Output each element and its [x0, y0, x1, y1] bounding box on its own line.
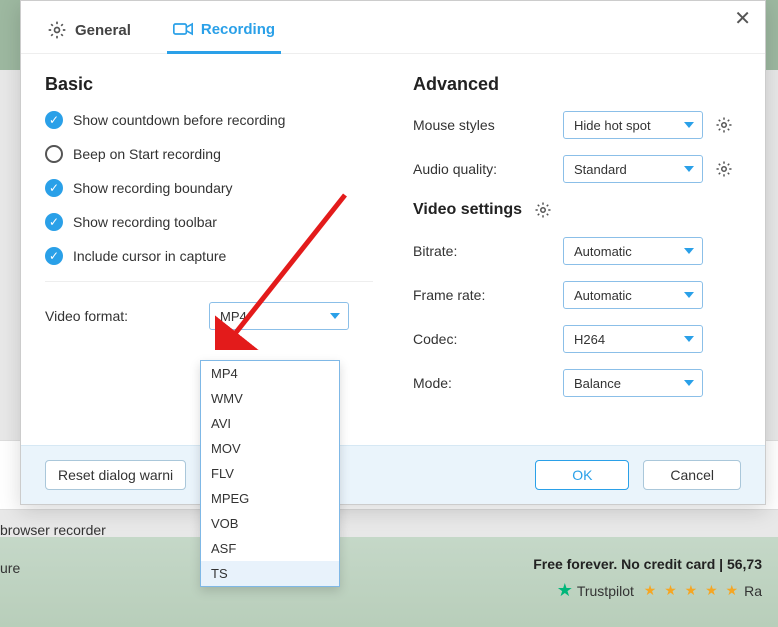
- video-format-option[interactable]: FLV: [201, 461, 339, 486]
- divider: [45, 281, 373, 282]
- tab-label: Recording: [201, 21, 275, 38]
- framerate-row: Frame rate: Automatic: [413, 281, 741, 309]
- mode-dropdown[interactable]: Balance: [563, 369, 703, 397]
- bitrate-dropdown[interactable]: Automatic: [563, 237, 703, 265]
- checkbox-checked-icon: ✓: [45, 179, 63, 197]
- option-label: Show recording boundary: [73, 180, 233, 196]
- video-format-option[interactable]: TS: [201, 561, 339, 586]
- codec-label: Codec:: [413, 331, 553, 347]
- audio-quality-label: Audio quality:: [413, 161, 553, 177]
- dropdown-value: Automatic: [574, 288, 632, 303]
- video-format-dropdown[interactable]: MP4: [209, 302, 349, 330]
- codec-row: Codec: H264: [413, 325, 741, 353]
- mouse-styles-row: Mouse styles Hide hot spot: [413, 111, 741, 139]
- audio-quality-dropdown[interactable]: Standard: [563, 155, 703, 183]
- chevron-down-icon: [684, 292, 694, 298]
- dropdown-value: Standard: [574, 162, 627, 177]
- audio-quality-settings-button[interactable]: [713, 158, 735, 180]
- mode-label: Mode:: [413, 375, 553, 391]
- gear-icon: [534, 201, 552, 219]
- dropdown-value: MP4: [220, 309, 247, 324]
- framerate-label: Frame rate:: [413, 287, 553, 303]
- cancel-button[interactable]: Cancel: [643, 460, 741, 490]
- video-format-row: Video format: MP4: [45, 302, 373, 330]
- ok-button[interactable]: OK: [535, 460, 629, 490]
- bitrate-label: Bitrate:: [413, 243, 553, 259]
- checkbox-checked-icon: ✓: [45, 213, 63, 231]
- gear-icon: [715, 116, 733, 134]
- video-format-label: Video format:: [45, 308, 185, 324]
- video-format-option[interactable]: WMV: [201, 386, 339, 411]
- checkbox-checked-icon: ✓: [45, 247, 63, 265]
- codec-dropdown[interactable]: H264: [563, 325, 703, 353]
- mode-row: Mode: Balance: [413, 369, 741, 397]
- trustpilot-label: Trustpilot: [577, 583, 634, 599]
- video-format-option[interactable]: MPEG: [201, 486, 339, 511]
- radio-unchecked-icon: [45, 145, 63, 163]
- bg-text-browser-recorder: browser recorder: [0, 522, 106, 538]
- mouse-styles-settings-button[interactable]: [713, 114, 735, 136]
- chevron-down-icon: [684, 336, 694, 342]
- gear-icon: [47, 20, 67, 40]
- reset-warnings-button[interactable]: Reset dialog warni: [45, 460, 186, 490]
- framerate-dropdown[interactable]: Automatic: [563, 281, 703, 309]
- marketing-bar: Free forever. No credit card | 56,73 ★ T…: [0, 556, 778, 601]
- settings-dialog: ✕ General Recording Basic ✓ Show countdo…: [20, 0, 766, 505]
- video-settings-gear-button[interactable]: [532, 199, 554, 221]
- rating-stars-icon: ★ ★ ★ ★ ★: [638, 582, 740, 599]
- video-format-option[interactable]: AVI: [201, 411, 339, 436]
- chevron-down-icon: [330, 313, 340, 319]
- dropdown-value: Balance: [574, 376, 621, 391]
- chevron-down-icon: [684, 248, 694, 254]
- advanced-section: Advanced Mouse styles Hide hot spot Audi…: [413, 74, 741, 413]
- video-format-option[interactable]: MOV: [201, 436, 339, 461]
- video-format-option[interactable]: VOB: [201, 511, 339, 536]
- tab-bar: General Recording: [21, 1, 765, 54]
- advanced-title: Advanced: [413, 74, 741, 95]
- dropdown-value: Hide hot spot: [574, 118, 651, 133]
- chevron-down-icon: [684, 166, 694, 172]
- option-label: Include cursor in capture: [73, 248, 226, 264]
- option-label: Show countdown before recording: [73, 112, 285, 128]
- mouse-styles-label: Mouse styles: [413, 117, 553, 133]
- camcorder-icon: [173, 19, 193, 39]
- video-format-options-list[interactable]: MP4WMVAVIMOVFLVMPEGVOBASFTS: [200, 360, 340, 587]
- option-show-countdown[interactable]: ✓ Show countdown before recording: [45, 111, 373, 129]
- marketing-free: Free forever. No credit card | 56,73: [533, 556, 762, 572]
- tab-general[interactable]: General: [41, 11, 137, 53]
- trustpilot-star-icon: ★: [557, 580, 573, 601]
- option-show-toolbar[interactable]: ✓ Show recording toolbar: [45, 213, 373, 231]
- chevron-down-icon: [684, 122, 694, 128]
- option-beep[interactable]: Beep on Start recording: [45, 145, 373, 163]
- option-label: Show recording toolbar: [73, 214, 217, 230]
- tab-recording[interactable]: Recording: [167, 11, 281, 54]
- rating-suffix: Ra: [744, 583, 762, 599]
- chevron-down-icon: [684, 380, 694, 386]
- option-show-boundary[interactable]: ✓ Show recording boundary: [45, 179, 373, 197]
- dropdown-value: Automatic: [574, 244, 632, 259]
- dialog-footer: Reset dialog warni OK Cancel: [21, 445, 765, 504]
- mouse-styles-dropdown[interactable]: Hide hot spot: [563, 111, 703, 139]
- dropdown-value: H264: [574, 332, 605, 347]
- tab-label: General: [75, 22, 131, 39]
- option-include-cursor[interactable]: ✓ Include cursor in capture: [45, 247, 373, 265]
- video-format-option[interactable]: ASF: [201, 536, 339, 561]
- option-label: Beep on Start recording: [73, 146, 221, 162]
- bitrate-row: Bitrate: Automatic: [413, 237, 741, 265]
- checkbox-checked-icon: ✓: [45, 111, 63, 129]
- gear-icon: [715, 160, 733, 178]
- close-button[interactable]: ✕: [734, 9, 751, 29]
- video-format-option[interactable]: MP4: [201, 361, 339, 386]
- video-settings-title: Video settings: [413, 199, 741, 221]
- audio-quality-row: Audio quality: Standard: [413, 155, 741, 183]
- basic-title: Basic: [45, 74, 373, 95]
